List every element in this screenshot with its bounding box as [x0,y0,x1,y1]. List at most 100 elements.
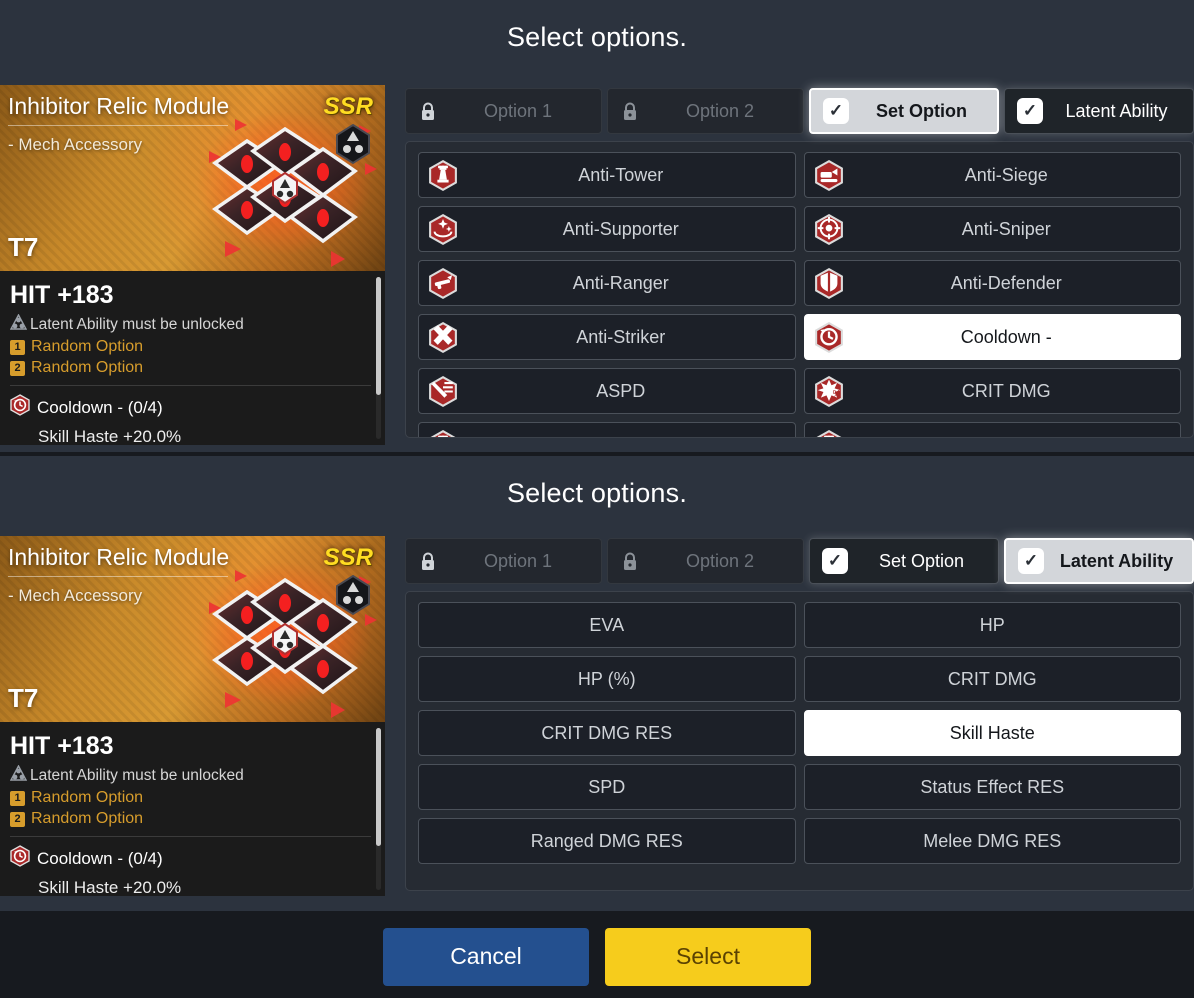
tab-option-2[interactable]: Option 2 [607,88,804,134]
tab-label: Latent Ability [1059,550,1174,571]
tab-latent-ability[interactable]: ✓ Latent Ability [1004,88,1194,134]
option-grid: Anti-Tower Anti-Siege Anti-Supporter Anti-S… [418,152,1181,437]
main-stat: HIT +183 [10,281,114,309]
option-item[interactable]: EVA [418,602,796,648]
set-stat-text: Cooldown - (0/4) [37,397,163,417]
option-label: HP (%) [577,668,636,689]
select-button[interactable]: Select [605,927,811,986]
option-item[interactable]: Melee DMG RES [803,818,1181,864]
option-index-badge: 1 [10,790,25,806]
tab-label: Set Option [876,100,967,121]
aspd-icon [429,375,457,407]
option-item[interactable]: Anti-Tower [418,152,796,198]
option-item[interactable]: CRIT DMG [803,656,1181,702]
option-item[interactable]: Cooldown - [803,314,1181,360]
tab-set-option[interactable]: ✓ Set Option [809,538,999,584]
tab-label: Latent Ability [1065,100,1168,121]
option-label: Anti-Defender [950,272,1062,293]
sniper-icon [814,213,843,245]
item-card: Inhibitor Relic Module - Mech Accessory … [0,536,385,898]
option-item[interactable]: CRIT DMG RES [418,710,796,756]
tab-bar: Option 1 Option 2 ✓ Set Option ✓ Latent … [405,88,1194,134]
latent-locked-text: Latent Ability must be unlocked [30,766,244,784]
option-label: Melee DMG RES [923,830,1062,851]
item-artwork: Inhibitor Relic Module - Mech Accessory … [0,536,385,722]
options-panel-top: Select options. Inhibitor Relic Module -… [0,0,1194,452]
lock-icon [418,550,438,572]
item-subtitle: - Mech Accessory [8,586,143,605]
check-icon: ✓ [1017,98,1043,124]
option-item[interactable]: ASPD [418,368,796,414]
option-item[interactable]: Anti-Supporter [418,206,796,252]
check-icon: ✓ [822,548,848,574]
tier-label: T7 [8,683,39,713]
tab-option-1[interactable]: Option 1 [405,538,602,584]
random-option-label: Random Option [31,359,144,376]
option-label: CRIT DMG [947,668,1037,689]
option-item[interactable]: Ranged DMG RES [418,818,796,864]
option-item-clipped[interactable] [803,422,1181,437]
ranger-icon [429,267,457,299]
check-icon: ✓ [823,98,849,124]
clipped-stat-text: Skill Haste +20.0% [38,878,182,896]
item-stats: HIT +183 Latent Ability must be unlocked… [0,271,385,445]
set-stat-text: Cooldown - (0/4) [37,848,163,868]
lock-icon [418,100,438,122]
option-item[interactable]: HP (%) [418,656,796,702]
option-item[interactable]: HP [803,602,1181,648]
name-underline [8,125,228,126]
option-label: Skill Haste [949,722,1035,743]
cooldown-icon [10,394,30,421]
supporter-icon [429,213,457,245]
option-label: Anti-Ranger [572,272,669,293]
option-item[interactable]: Anti-Siege [803,152,1181,198]
option-label: Anti-Siege [964,164,1048,185]
option-list: Anti-Tower Anti-Siege Anti-Supporter Anti-S… [405,141,1194,438]
option-label: CRIT DMG [961,380,1051,401]
tower-icon [429,429,457,437]
striker-icon [429,321,457,353]
option-item[interactable]: Anti-Defender [803,260,1181,306]
option-item[interactable]: % CRIT DMG [803,368,1181,414]
stats-scrollbar[interactable] [376,728,381,890]
option-index-badge: 2 [10,360,25,376]
page-title: Select options. [506,478,688,508]
grade-badge: SSR [323,544,373,571]
option-item[interactable]: Status Effect RES [803,764,1181,810]
cancel-button[interactable]: Cancel [383,927,589,986]
tab-bar: Option 1 Option 2 ✓ Set Option ✓ Latent … [405,538,1194,584]
option-item[interactable]: Anti-Sniper [803,206,1181,252]
option-label: Anti-Sniper [961,218,1051,239]
option-label: Anti-Supporter [562,218,679,239]
option-item[interactable]: Skill Haste [803,710,1181,756]
triangle-nodes-icon [9,764,28,786]
stats-scrollbar[interactable] [376,277,381,439]
page-title: Select options. [506,22,688,52]
option-label: Anti-Striker [576,326,666,347]
option-item[interactable]: Anti-Striker [418,314,796,360]
tower-icon [429,159,457,191]
option-index-badge: 1 [10,339,25,355]
cooldown-icon [10,845,30,872]
svg-text:%: % [832,388,840,398]
tab-option-2[interactable]: Option 2 [607,538,804,584]
tab-label: Option 1 [483,100,553,121]
item-stats: HIT +183 Latent Ability must be unlocked… [0,722,385,896]
tower-icon [815,429,843,437]
option-item[interactable]: Anti-Ranger [418,260,796,306]
name-underline [8,576,228,577]
option-label: HP [979,614,1005,635]
defender-icon [814,267,843,299]
item-name: Inhibitor Relic Module [8,93,230,119]
clipped-stat-text: Skill Haste +20.0% [38,427,182,445]
item-name: Inhibitor Relic Module [8,544,230,570]
tab-latent-ability[interactable]: ✓ Latent Ability [1004,538,1194,584]
random-option-label: Random Option [31,338,144,355]
option-item[interactable]: SPD [418,764,796,810]
tab-set-option[interactable]: ✓ Set Option [809,88,999,134]
option-item-clipped[interactable] [418,422,796,437]
tab-option-1[interactable]: Option 1 [405,88,602,134]
tab-label: Option 1 [483,550,553,571]
option-label: SPD [588,776,626,797]
tab-label: Option 2 [685,100,755,121]
